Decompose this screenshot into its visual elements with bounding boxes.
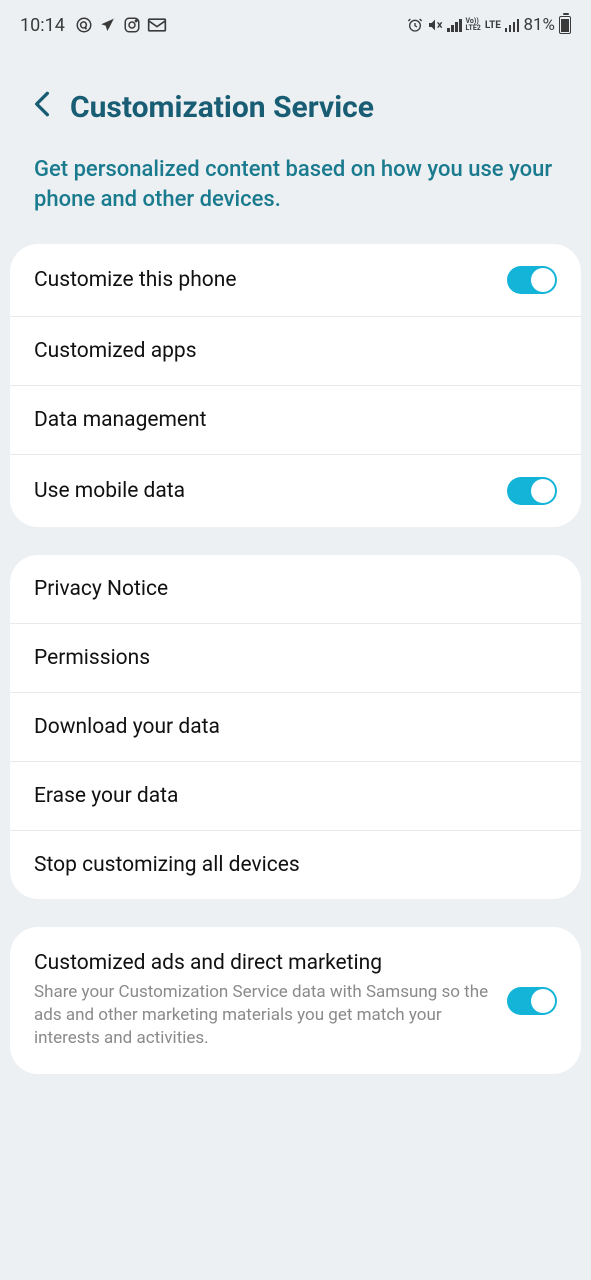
row-label: Data management (34, 408, 207, 432)
row-privacy-notice[interactable]: Privacy Notice (10, 555, 581, 624)
row-label: Download your data (34, 715, 220, 739)
settings-group-2: Privacy Notice Permissions Download your… (10, 555, 581, 899)
status-left: 10:14 (20, 15, 167, 36)
signal-icon (447, 18, 462, 32)
settings-group-1: Customize this phone Customized apps Dat… (10, 244, 581, 527)
page-title: Customization Service (70, 90, 374, 125)
row-description: Share your Customization Service data wi… (34, 981, 489, 1050)
row-label: Permissions (34, 646, 150, 670)
row-data-management[interactable]: Data management (10, 386, 581, 455)
lte-label: LTE (485, 20, 501, 31)
row-customize-phone[interactable]: Customize this phone (10, 244, 581, 317)
mute-icon (427, 17, 443, 33)
row-permissions[interactable]: Permissions (10, 624, 581, 693)
status-time: 10:14 (20, 15, 65, 36)
toggle-ads[interactable] (507, 987, 557, 1015)
row-label: Customize this phone (34, 268, 237, 292)
alarm-icon (407, 17, 423, 33)
row-label: Privacy Notice (34, 577, 168, 601)
whatsapp-icon (75, 16, 93, 34)
toggle-mobile-data[interactable] (507, 477, 557, 505)
status-right: Vo)) LTE2 LTE 81% (407, 15, 571, 35)
gmail-icon (147, 17, 167, 33)
back-button[interactable] (34, 90, 50, 125)
row-ads-marketing[interactable]: Customized ads and direct marketing Shar… (10, 927, 581, 1074)
status-bar: 10:14 Vo)) LTE2 LTE 81% (0, 0, 591, 50)
row-download-data[interactable]: Download your data (10, 693, 581, 762)
toggle-customize-phone[interactable] (507, 266, 557, 294)
row-label: Stop customizing all devices (34, 853, 300, 877)
settings-group-3: Customized ads and direct marketing Shar… (10, 927, 581, 1074)
battery-percent: 81% (523, 15, 555, 35)
row-label: Use mobile data (34, 479, 185, 503)
row-label: Customized ads and direct marketing (34, 951, 489, 975)
row-use-mobile-data[interactable]: Use mobile data (10, 455, 581, 527)
row-customized-apps[interactable]: Customized apps (10, 317, 581, 386)
telegram-icon (99, 16, 117, 34)
row-label: Erase your data (34, 784, 178, 808)
page-subtitle: Get personalized content based on how yo… (0, 145, 591, 244)
row-stop-customizing[interactable]: Stop customizing all devices (10, 831, 581, 899)
row-label: Customized apps (34, 339, 197, 363)
row-erase-data[interactable]: Erase your data (10, 762, 581, 831)
battery-icon (559, 16, 571, 34)
page-header: Customization Service (0, 50, 591, 145)
volte-icon: Vo)) LTE2 (466, 18, 481, 32)
instagram-icon (123, 16, 141, 34)
row-content: Customized ads and direct marketing Shar… (34, 951, 507, 1050)
signal-icon-2 (505, 18, 520, 32)
